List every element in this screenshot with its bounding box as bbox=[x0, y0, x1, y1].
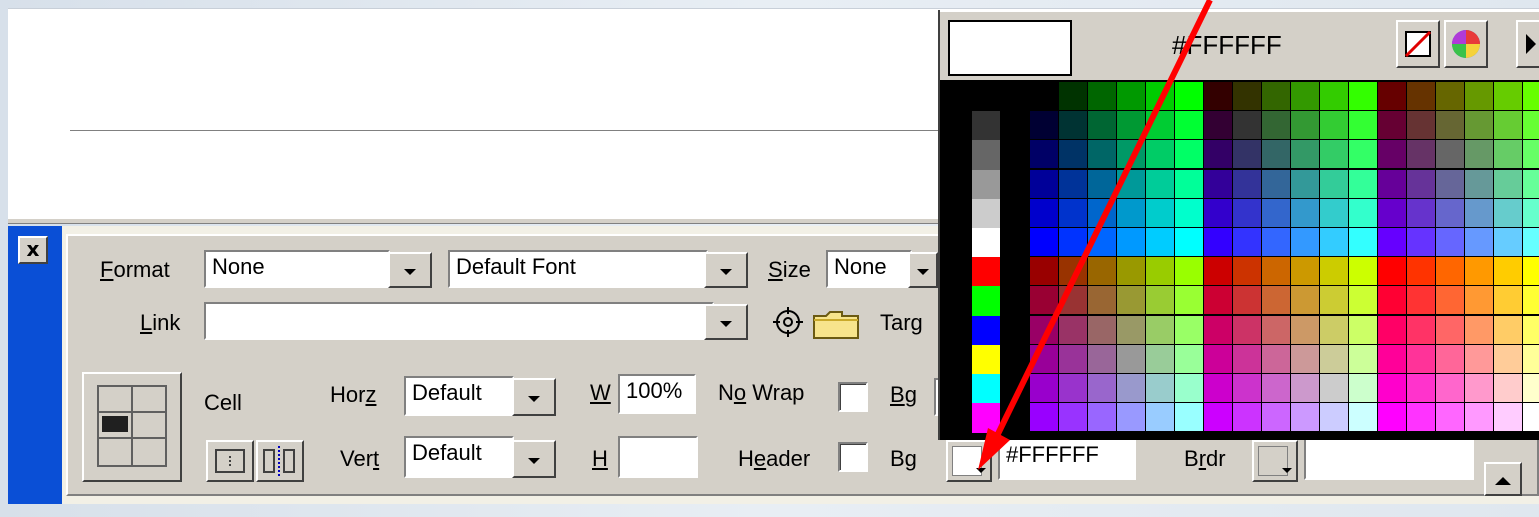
annotation-arrow bbox=[978, 0, 1213, 470]
